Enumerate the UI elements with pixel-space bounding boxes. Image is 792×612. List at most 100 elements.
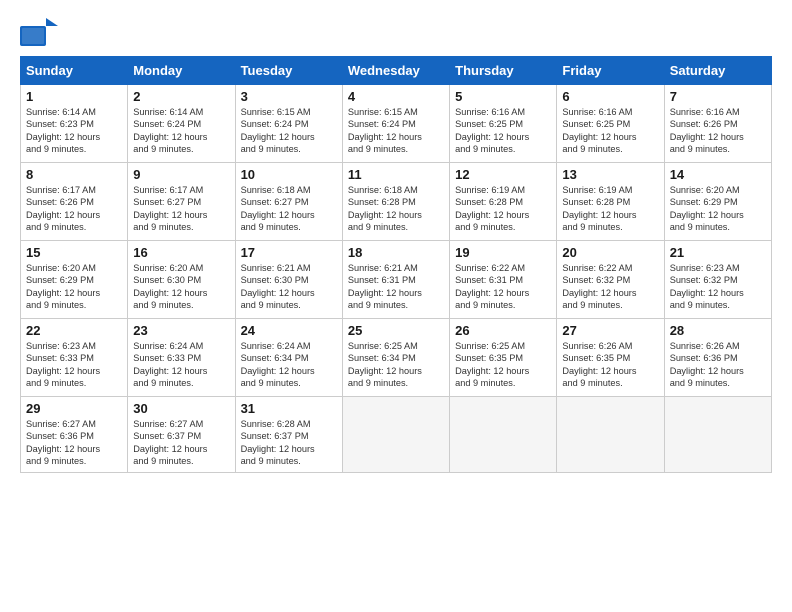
calendar-cell: 6 Sunrise: 6:16 AMSunset: 6:25 PMDaylight… [557,85,664,163]
cell-info: Sunrise: 6:26 AMSunset: 6:35 PMDaylight:… [562,340,658,390]
day-number: 19 [455,245,551,260]
calendar-cell: 23Sunrise: 6:24 AMSunset: 6:33 PMDayligh… [128,319,235,397]
cell-info: Sunrise: 6:14 AMSunset: 6:24 PMDaylight:… [133,106,229,156]
calendar-cell: 10Sunrise: 6:18 AMSunset: 6:27 PMDayligh… [235,163,342,241]
week-row-5: 29 Sunrise: 6:27 AMSunset: 6:36 PMDayligh… [21,397,772,473]
cell-info: Sunrise: 6:26 AMSunset: 6:36 PMDaylight:… [670,340,766,390]
calendar-cell: 1 Sunrise: 6:14 AMSunset: 6:23 PMDaylight… [21,85,128,163]
calendar-cell: 4 Sunrise: 6:15 AMSunset: 6:24 PMDaylight… [342,85,449,163]
day-number: 15 [26,245,122,260]
cell-info: Sunrise: 6:25 AMSunset: 6:35 PMDaylight:… [455,340,551,390]
calendar-cell: 9 Sunrise: 6:17 AMSunset: 6:27 PMDaylight… [128,163,235,241]
logo-icon [20,18,58,46]
week-row-3: 15 Sunrise: 6:20 AMSunset: 6:29 PMDayligh… [21,241,772,319]
calendar-cell: 26 Sunrise: 6:25 AMSunset: 6:35 PMDayligh… [450,319,557,397]
calendar-cell: 2 Sunrise: 6:14 AMSunset: 6:24 PMDaylight… [128,85,235,163]
day-number: 13 [562,167,658,182]
day-header-friday: Friday [557,57,664,85]
calendar-cell [342,397,449,473]
cell-info: Sunrise: 6:28 AMSunset: 6:37 PMDaylight:… [241,418,337,468]
cell-info: Sunrise: 6:22 AMSunset: 6:31 PMDaylight:… [455,262,551,312]
day-number: 12 [455,167,551,182]
calendar-cell: 29 Sunrise: 6:27 AMSunset: 6:36 PMDayligh… [21,397,128,473]
day-number: 31 [241,401,337,416]
day-number: 28 [670,323,766,338]
cell-info: Sunrise: 6:16 AMSunset: 6:26 PMDaylight:… [670,106,766,156]
day-number: 7 [670,89,766,104]
cell-info: Sunrise: 6:17 AMSunset: 6:27 PMDaylight:… [133,184,229,234]
day-header-monday: Monday [128,57,235,85]
cell-info: Sunrise: 6:23 AMSunset: 6:32 PMDaylight:… [670,262,766,312]
cell-info: Sunrise: 6:14 AMSunset: 6:23 PMDaylight:… [26,106,122,156]
calendar-cell: 24 Sunrise: 6:24 AMSunset: 6:34 PMDayligh… [235,319,342,397]
cell-info: Sunrise: 6:20 AMSunset: 6:29 PMDaylight:… [26,262,122,312]
day-number: 25 [348,323,444,338]
day-number: 4 [348,89,444,104]
cell-info: Sunrise: 6:15 AMSunset: 6:24 PMDaylight:… [348,106,444,156]
day-number: 3 [241,89,337,104]
calendar-cell: 14 Sunrise: 6:20 AMSunset: 6:29 PMDayligh… [664,163,771,241]
cell-info: Sunrise: 6:22 AMSunset: 6:32 PMDaylight:… [562,262,658,312]
calendar-cell: 8Sunrise: 6:17 AMSunset: 6:26 PMDaylight… [21,163,128,241]
calendar-table: SundayMondayTuesdayWednesdayThursdayFrid… [20,56,772,473]
cell-info: Sunrise: 6:21 AMSunset: 6:31 PMDaylight:… [348,262,444,312]
cell-info: Sunrise: 6:18 AMSunset: 6:28 PMDaylight:… [348,184,444,234]
cell-info: Sunrise: 6:20 AMSunset: 6:29 PMDaylight:… [670,184,766,234]
calendar-cell: 27Sunrise: 6:26 AMSunset: 6:35 PMDayligh… [557,319,664,397]
header-row: SundayMondayTuesdayWednesdayThursdayFrid… [21,57,772,85]
day-number: 20 [562,245,658,260]
day-number: 14 [670,167,766,182]
day-number: 21 [670,245,766,260]
week-row-2: 8Sunrise: 6:17 AMSunset: 6:26 PMDaylight… [21,163,772,241]
cell-info: Sunrise: 6:19 AMSunset: 6:28 PMDaylight:… [455,184,551,234]
day-number: 6 [562,89,658,104]
calendar-cell: 16 Sunrise: 6:20 AMSunset: 6:30 PMDayligh… [128,241,235,319]
cell-info: Sunrise: 6:23 AMSunset: 6:33 PMDaylight:… [26,340,122,390]
day-number: 24 [241,323,337,338]
calendar-cell: 19 Sunrise: 6:22 AMSunset: 6:31 PMDayligh… [450,241,557,319]
header [20,18,772,46]
calendar-cell: 13 Sunrise: 6:19 AMSunset: 6:28 PMDayligh… [557,163,664,241]
calendar-cell: 22Sunrise: 6:23 AMSunset: 6:33 PMDayligh… [21,319,128,397]
calendar-cell: 17 Sunrise: 6:21 AMSunset: 6:30 PMDayligh… [235,241,342,319]
calendar-cell: 30 Sunrise: 6:27 AMSunset: 6:37 PMDayligh… [128,397,235,473]
day-number: 17 [241,245,337,260]
calendar-cell [664,397,771,473]
cell-info: Sunrise: 6:15 AMSunset: 6:24 PMDaylight:… [241,106,337,156]
cell-info: Sunrise: 6:27 AMSunset: 6:36 PMDaylight:… [26,418,122,468]
calendar-cell [557,397,664,473]
day-header-saturday: Saturday [664,57,771,85]
cell-info: Sunrise: 6:16 AMSunset: 6:25 PMDaylight:… [562,106,658,156]
day-number: 1 [26,89,122,104]
calendar-cell: 3 Sunrise: 6:15 AMSunset: 6:24 PMDaylight… [235,85,342,163]
calendar-cell: 5 Sunrise: 6:16 AMSunset: 6:25 PMDaylight… [450,85,557,163]
calendar-cell: 31 Sunrise: 6:28 AMSunset: 6:37 PMDayligh… [235,397,342,473]
cell-info: Sunrise: 6:20 AMSunset: 6:30 PMDaylight:… [133,262,229,312]
cell-info: Sunrise: 6:27 AMSunset: 6:37 PMDaylight:… [133,418,229,468]
calendar-cell: 21 Sunrise: 6:23 AMSunset: 6:32 PMDayligh… [664,241,771,319]
cell-info: Sunrise: 6:25 AMSunset: 6:34 PMDaylight:… [348,340,444,390]
calendar-cell: 12 Sunrise: 6:19 AMSunset: 6:28 PMDayligh… [450,163,557,241]
day-number: 16 [133,245,229,260]
day-number: 5 [455,89,551,104]
day-number: 18 [348,245,444,260]
day-number: 11 [348,167,444,182]
cell-info: Sunrise: 6:24 AMSunset: 6:34 PMDaylight:… [241,340,337,390]
cell-info: Sunrise: 6:21 AMSunset: 6:30 PMDaylight:… [241,262,337,312]
calendar-cell: 15 Sunrise: 6:20 AMSunset: 6:29 PMDayligh… [21,241,128,319]
day-number: 26 [455,323,551,338]
cell-info: Sunrise: 6:19 AMSunset: 6:28 PMDaylight:… [562,184,658,234]
logo [20,18,60,46]
cell-info: Sunrise: 6:16 AMSunset: 6:25 PMDaylight:… [455,106,551,156]
calendar-cell: 11 Sunrise: 6:18 AMSunset: 6:28 PMDayligh… [342,163,449,241]
week-row-1: 1 Sunrise: 6:14 AMSunset: 6:23 PMDaylight… [21,85,772,163]
calendar-cell: 28 Sunrise: 6:26 AMSunset: 6:36 PMDayligh… [664,319,771,397]
day-number: 8 [26,167,122,182]
calendar-cell: 18 Sunrise: 6:21 AMSunset: 6:31 PMDayligh… [342,241,449,319]
day-number: 9 [133,167,229,182]
day-number: 23 [133,323,229,338]
day-number: 2 [133,89,229,104]
day-number: 30 [133,401,229,416]
week-row-4: 22Sunrise: 6:23 AMSunset: 6:33 PMDayligh… [21,319,772,397]
day-number: 29 [26,401,122,416]
